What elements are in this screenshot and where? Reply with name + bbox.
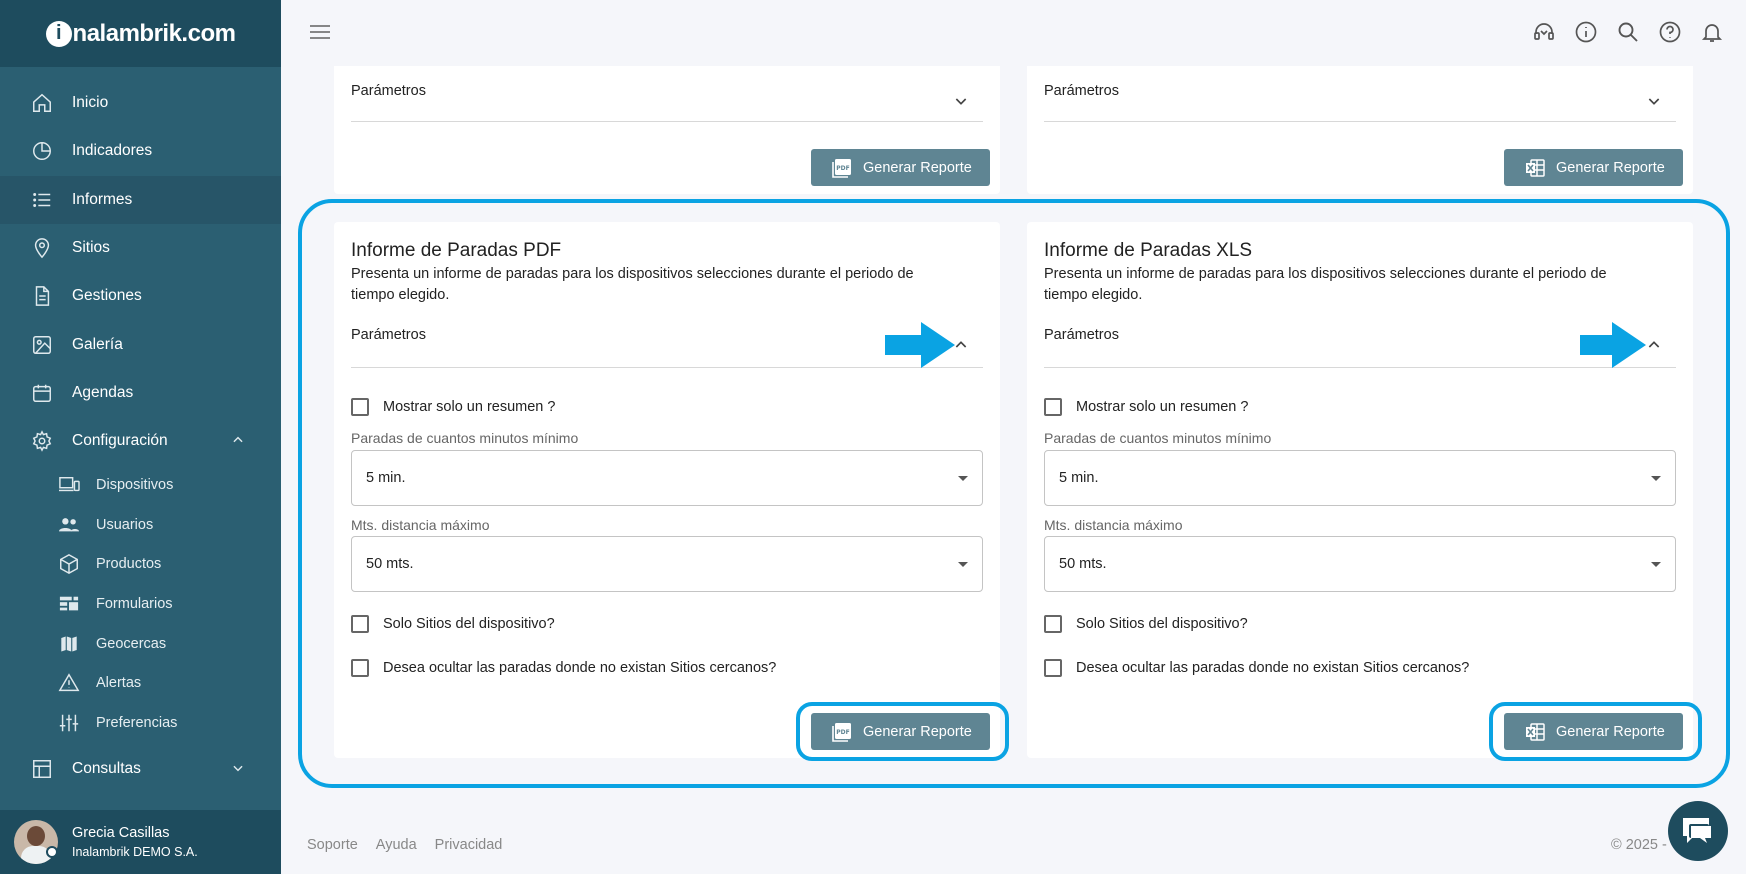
sidebar-subitem-label: Geocercas: [96, 635, 167, 652]
sidebar-item-sitios[interactable]: Sitios: [0, 224, 281, 272]
sidebar-item-gestiones[interactable]: Gestiones: [0, 272, 281, 320]
highlight-xls-button: [1489, 702, 1702, 761]
sidebar-subitem-alertas[interactable]: Alertas: [0, 663, 281, 703]
params-label[interactable]: Parámetros: [1044, 83, 1119, 99]
sidebar-item-label: Informes: [72, 190, 133, 208]
sidebar-item-inicio[interactable]: Inicio: [0, 79, 281, 127]
pie-chart-icon: [30, 139, 54, 163]
search-icon[interactable]: [1616, 20, 1640, 44]
map-pin-icon: [30, 236, 54, 260]
status-dot: [46, 846, 58, 858]
sidebar-subitem-preferencias[interactable]: Preferencias: [0, 703, 281, 743]
gear-icon: [30, 429, 54, 453]
arrow-right-icon: [885, 322, 955, 368]
sidebar-subitem-label: Alertas: [96, 675, 142, 692]
sidebar-item-informes[interactable]: Informes: [0, 175, 281, 224]
sidebar-subitem-label: Formularios: [96, 595, 173, 612]
support-agent-icon[interactable]: [1532, 20, 1556, 44]
form-icon: [58, 593, 80, 615]
users-icon: [58, 514, 80, 536]
chat-button[interactable]: [1668, 801, 1728, 861]
chevron-down-icon[interactable]: [1646, 93, 1662, 109]
chat-icon: [1683, 818, 1711, 843]
button-label: Generar Reporte: [863, 159, 972, 176]
user-name: Grecia Casillas: [72, 825, 170, 841]
sidebar-item-galeria[interactable]: Galería: [0, 320, 281, 368]
box-icon: [58, 553, 80, 575]
xls-icon: [1524, 157, 1546, 179]
footer-support-link[interactable]: Soporte: [307, 837, 358, 853]
logo-letter: i: [45, 20, 72, 47]
sidebar-subitem-label: Dispositivos: [96, 477, 174, 494]
highlight-outline: [298, 199, 1730, 788]
sidebar-item-label: Galería: [72, 335, 123, 353]
sidebar-subitem-label: Productos: [96, 556, 162, 573]
user-profile[interactable]: Grecia Casillas Inalambrik DEMO S.A.: [0, 810, 281, 874]
document-icon: [30, 284, 54, 308]
home-icon: [30, 91, 54, 115]
user-org: Inalambrik DEMO S.A.: [72, 845, 198, 859]
help-icon[interactable]: [1658, 20, 1682, 44]
report-card-top-xls: Parámetros Generar Reporte: [1027, 66, 1693, 194]
generate-report-button[interactable]: PDF Generar Reporte: [811, 149, 990, 186]
footer-links: Soporte Ayuda Privacidad: [307, 837, 502, 853]
calendar-icon: [30, 381, 54, 405]
sliders-icon: [58, 712, 80, 734]
bell-icon[interactable]: [1700, 20, 1724, 44]
generate-report-button[interactable]: Generar Reporte: [1504, 149, 1683, 186]
chevron-down-icon[interactable]: [953, 93, 969, 109]
sidebar-subitem-dispositivos[interactable]: Dispositivos: [0, 465, 281, 505]
sidebar-subitem-usuarios[interactable]: Usuarios: [0, 505, 281, 545]
copyright: © 2025 -: [1611, 837, 1667, 853]
info-icon[interactable]: [1574, 20, 1598, 44]
sidebar-subitem-productos[interactable]: Productos: [0, 545, 281, 585]
sidebar-subitem-label: Preferencias: [96, 714, 178, 731]
map-icon: [58, 633, 80, 655]
highlight-pdf-button: [796, 702, 1009, 761]
topbar-actions: [1532, 20, 1724, 44]
menu-icon[interactable]: [309, 22, 331, 46]
arrow-right-icon: [1580, 322, 1646, 368]
sidebar-nav: Inicio Indicadores Informes Sitios Gesti…: [0, 79, 281, 793]
button-label: Generar Reporte: [1556, 159, 1665, 176]
image-icon: [30, 333, 54, 357]
divider: [1044, 121, 1676, 122]
sidebar-item-indicadores[interactable]: Indicadores: [0, 127, 281, 175]
topbar: [281, 0, 1746, 64]
brand-logo[interactable]: i nalambrik.com: [45, 19, 236, 48]
sidebar-item-label: Configuración: [72, 432, 168, 450]
sidebar-subitem-geocercas[interactable]: Geocercas: [0, 624, 281, 664]
logo-text: nalambrik.com: [72, 19, 236, 47]
sidebar-item-label: Consultas: [72, 759, 141, 777]
footer-help-link[interactable]: Ayuda: [376, 837, 417, 853]
sidebar-item-label: Indicadores: [72, 142, 153, 160]
sidebar-item-label: Inicio: [72, 94, 109, 112]
svg-text:PDF: PDF: [836, 165, 849, 172]
table-icon: [30, 757, 54, 781]
logo-bar: i nalambrik.com: [0, 0, 281, 67]
sidebar-subitem-label: Usuarios: [96, 516, 154, 533]
sidebar-subitem-formularios[interactable]: Formularios: [0, 584, 281, 624]
sidebar: i nalambrik.com Inicio Indicadores Infor…: [0, 0, 281, 874]
warning-icon: [58, 672, 80, 694]
list-icon: [30, 188, 54, 212]
chevron-up-icon[interactable]: [231, 433, 245, 452]
sidebar-item-agendas[interactable]: Agendas: [0, 369, 281, 417]
report-card-top-pdf: Parámetros PDF Generar Reporte: [334, 66, 1000, 194]
sidebar-item-consultas[interactable]: Consultas: [0, 745, 281, 793]
pdf-icon: PDF: [831, 157, 853, 179]
sidebar-item-label: Gestiones: [72, 287, 142, 305]
sidebar-item-label: Sitios: [72, 239, 110, 257]
chevron-down-icon[interactable]: [231, 761, 245, 780]
sidebar-item-configuracion[interactable]: Configuración: [0, 417, 281, 465]
divider: [351, 121, 983, 122]
footer-privacy-link[interactable]: Privacidad: [435, 837, 503, 853]
params-label[interactable]: Parámetros: [351, 83, 426, 99]
sidebar-item-label: Agendas: [72, 383, 134, 401]
devices-icon: [58, 474, 80, 496]
